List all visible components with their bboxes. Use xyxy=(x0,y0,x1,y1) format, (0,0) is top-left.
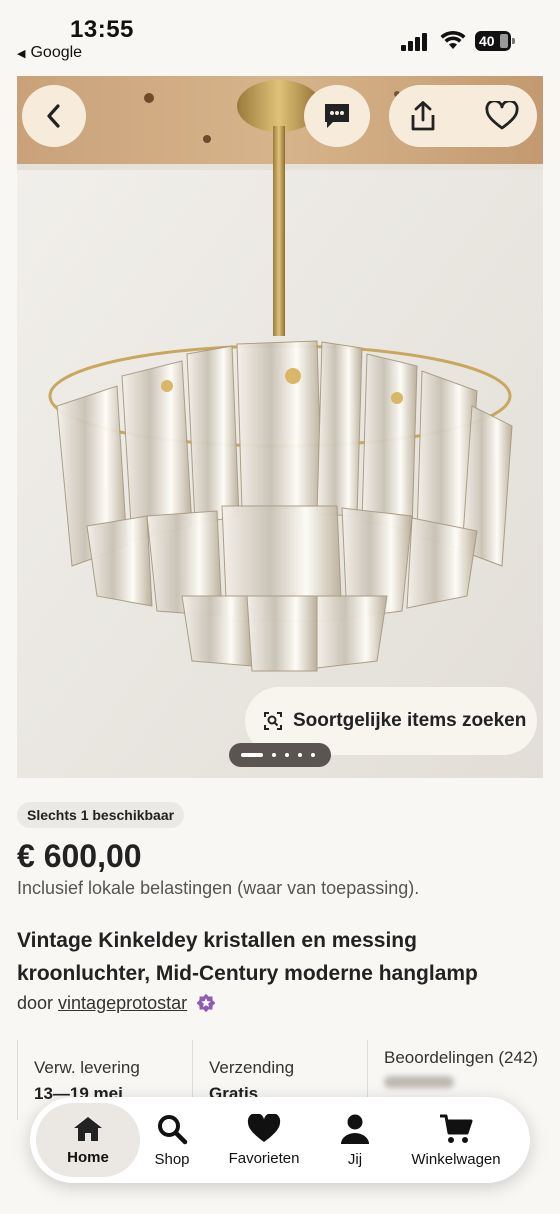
back-app-label: Google xyxy=(30,44,83,61)
nav-me-label: Jij xyxy=(347,1150,363,1168)
find-similar-label: Soortgelijke items zoeken xyxy=(293,710,527,731)
visual-search-icon xyxy=(264,712,282,730)
share-icon[interactable] xyxy=(407,100,439,132)
star-seller-badge-icon xyxy=(196,993,216,1013)
reviews-label: Beoordelingen (242) xyxy=(384,1048,539,1067)
delivery-label: Verw. levering xyxy=(34,1058,140,1077)
heart-icon xyxy=(247,1113,281,1142)
share-favorite-group xyxy=(389,85,537,147)
search-icon xyxy=(158,1114,188,1144)
nav-me[interactable]: Jij xyxy=(326,1097,384,1183)
message-seller-button[interactable] xyxy=(304,85,370,147)
battery-level: 40 xyxy=(479,33,495,49)
status-bar: 13:55 ◀ Google 40 xyxy=(0,0,560,76)
cart-icon xyxy=(440,1114,473,1143)
listing-title: Vintage Kinkeldey kristallen en messing … xyxy=(17,929,478,985)
price: € 600,00 xyxy=(17,838,142,874)
back-button[interactable] xyxy=(22,85,86,147)
nav-home[interactable]: Home xyxy=(36,1103,140,1177)
battery-icon: 40 xyxy=(475,31,515,51)
seller-prefix: door xyxy=(17,993,54,1013)
chevron-left-icon xyxy=(47,104,60,128)
carousel-dot xyxy=(285,753,289,757)
availability-badge: Slechts 1 beschikbaar xyxy=(17,802,185,828)
carousel-dot-active xyxy=(241,753,263,757)
seller-line: door vintageprotostar xyxy=(17,993,216,1014)
cellular-signal-icon xyxy=(401,31,431,51)
status-time: 13:55 xyxy=(70,16,134,43)
nav-shop[interactable]: Shop xyxy=(142,1097,202,1183)
carousel-indicator[interactable] xyxy=(229,743,331,767)
carousel-dot xyxy=(298,753,302,757)
back-triangle-icon: ◀ xyxy=(17,48,26,60)
review-stars-icon xyxy=(384,1076,454,1088)
product-photo[interactable] xyxy=(17,76,543,778)
carousel-dot xyxy=(311,753,315,757)
nav-cart[interactable]: Winkelwagen xyxy=(396,1097,516,1183)
tax-note: Inclusief lokale belastingen (waar van t… xyxy=(17,878,420,898)
seller-link[interactable]: vintageprotostar xyxy=(58,993,187,1013)
back-to-app-link[interactable]: ◀ Google xyxy=(17,44,82,62)
nav-favorites[interactable]: Favorieten xyxy=(214,1097,314,1183)
nav-shop-label: Shop xyxy=(154,1150,190,1168)
nav-favorites-label: Favorieten xyxy=(228,1149,300,1167)
user-icon xyxy=(341,1114,369,1144)
carousel-dot xyxy=(272,753,276,757)
wifi-icon xyxy=(440,30,466,49)
chandelier-image xyxy=(17,76,543,778)
heart-outline-icon[interactable] xyxy=(485,101,519,131)
nav-home-label: Home xyxy=(67,1148,109,1166)
home-icon xyxy=(74,1116,102,1141)
chat-bubble-icon xyxy=(325,104,349,128)
shipping-label: Verzending xyxy=(209,1058,295,1077)
bottom-navigation: Home Shop Favorieten Jij Winkelwagen xyxy=(30,1097,530,1183)
nav-cart-label: Winkelwagen xyxy=(411,1150,501,1168)
